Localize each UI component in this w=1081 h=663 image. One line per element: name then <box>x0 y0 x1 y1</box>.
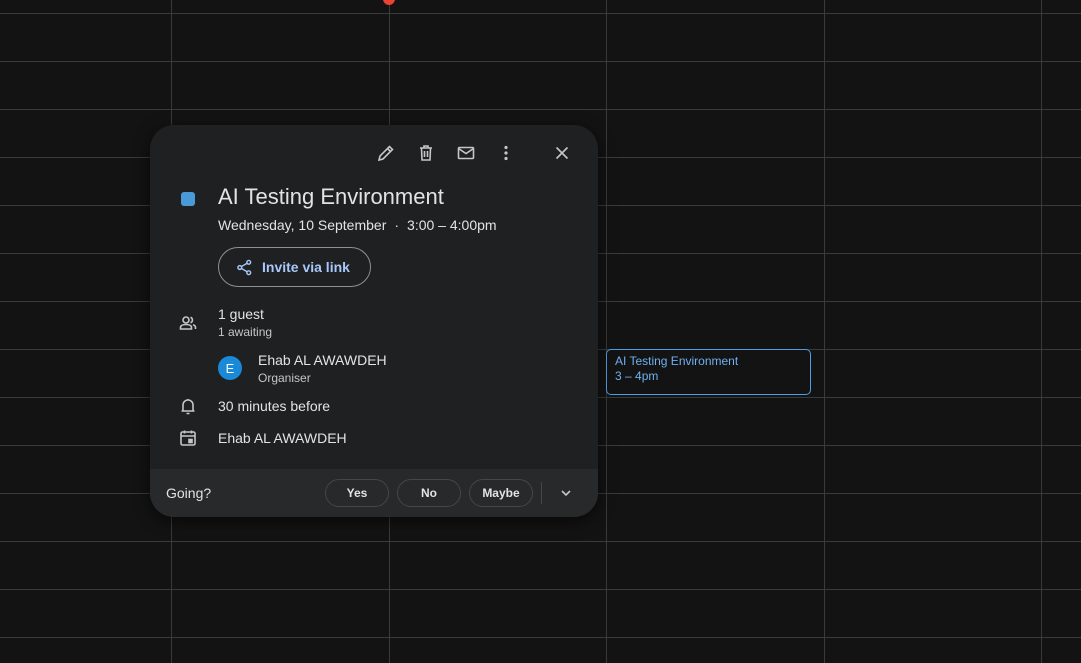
day-divider <box>606 0 607 663</box>
share-icon <box>237 259 252 275</box>
trash-icon <box>420 145 432 161</box>
guests-icon <box>178 313 198 333</box>
rsvp-no-button[interactable]: No <box>397 479 461 507</box>
divider <box>541 482 542 504</box>
bell-icon <box>178 396 198 416</box>
separator: · <box>394 217 400 233</box>
invite-label: Invite via link <box>262 259 350 275</box>
event-time: 3:00 – 4:00pm <box>407 217 497 233</box>
hour-line <box>0 541 1081 542</box>
calendar-owner: Ehab AL AWAWDEH <box>218 430 347 446</box>
current-time-indicator <box>383 0 395 5</box>
more-options-button[interactable] <box>490 141 522 165</box>
hour-line <box>0 61 1081 62</box>
organiser-role: Organiser <box>258 371 311 385</box>
day-divider <box>1041 0 1042 663</box>
event-title: AI Testing Environment <box>218 184 444 209</box>
hour-line <box>0 637 1081 638</box>
event-chip-time: 3 – 4pm <box>615 369 659 383</box>
going-prompt: Going? <box>166 485 212 501</box>
event-date: Wednesday, 10 September <box>218 217 387 233</box>
event-color-swatch <box>181 192 195 206</box>
delete-button[interactable] <box>410 141 442 165</box>
event-datetime: Wednesday, 10 September · 3:00 – 4:00pm <box>218 217 497 233</box>
more-vert-icon <box>504 145 508 161</box>
guest-status: 1 awaiting <box>218 325 273 339</box>
chevron-down-icon <box>561 490 571 497</box>
email-guests-button[interactable] <box>450 141 482 165</box>
organiser-avatar: E <box>218 356 242 380</box>
edit-button[interactable] <box>370 141 402 165</box>
hour-line <box>0 13 1081 14</box>
hour-line <box>0 589 1081 590</box>
hour-line <box>0 109 1081 110</box>
pencil-icon <box>377 145 394 162</box>
rsvp-yes-button[interactable]: Yes <box>325 479 389 507</box>
event-details-popup: AI Testing Environment Wednesday, 10 Sep… <box>150 125 598 517</box>
invite-via-link-button[interactable]: Invite via link <box>218 247 371 287</box>
day-divider <box>824 0 825 663</box>
mail-icon <box>457 146 475 160</box>
rsvp-more-button[interactable] <box>554 483 578 503</box>
organiser-name[interactable]: Ehab AL AWAWDEH <box>258 352 387 368</box>
rsvp-footer: Going? Yes No Maybe <box>150 469 598 517</box>
rsvp-maybe-button[interactable]: Maybe <box>469 479 533 507</box>
close-button[interactable] <box>546 141 578 165</box>
popup-toolbar <box>370 141 578 165</box>
calendar-icon <box>178 428 198 448</box>
event-chip[interactable]: AI Testing Environment 3 – 4pm <box>606 349 811 395</box>
guest-count: 1 guest <box>218 306 264 322</box>
close-icon <box>555 146 569 160</box>
event-chip-title: AI Testing Environment <box>615 354 739 368</box>
reminder-text: 30 minutes before <box>218 398 331 414</box>
